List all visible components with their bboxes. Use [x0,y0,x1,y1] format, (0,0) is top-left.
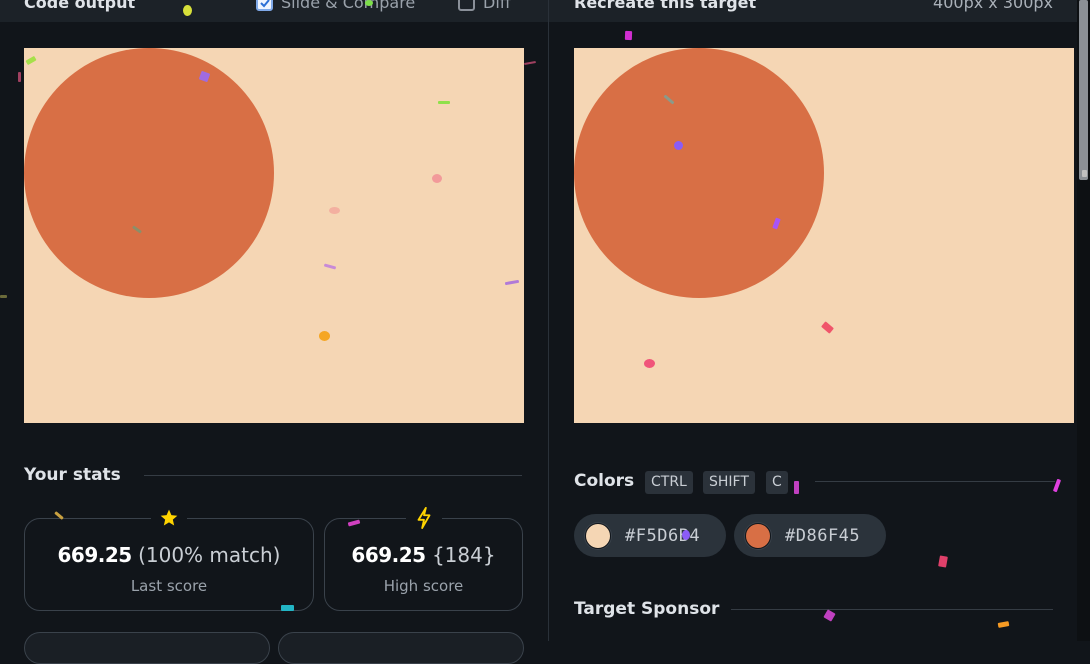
output-circle [24,48,274,298]
scrollbar-thumb[interactable] [1079,0,1088,180]
diff-label: Diff [483,0,511,12]
color-swatch-2[interactable]: #D86F45 [734,514,886,557]
confetti-piece [624,30,633,41]
confetti-piece [794,481,799,494]
confetti-piece [823,609,836,622]
stats-title: Your stats [24,465,121,485]
confetti-piece [438,101,450,104]
bottom-button-left[interactable] [24,632,270,664]
confetti-piece [644,359,655,368]
high-score-card: 669.25 {184} High score [324,506,523,611]
code-output-canvas[interactable] [24,48,524,423]
confetti-piece [365,0,373,6]
lightning-icon [405,506,442,530]
target-circle [574,48,824,298]
bottom-button-right[interactable] [278,632,524,664]
last-score-card: 669.25 (100% match) Last score [24,506,314,611]
confetti-piece [674,141,683,150]
high-score-number: 669.25 [351,543,426,567]
confetti-piece [0,295,7,298]
diff-toggle[interactable]: Diff [458,0,511,12]
confetti-piece [432,174,442,183]
high-score-count: {184} [431,543,496,567]
shortcut-key-ctrl: CTRL [645,471,693,494]
confetti-piece [319,331,330,341]
confetti-piece [997,621,1010,628]
target-panel-title: Recreate this target [574,0,757,12]
confetti-piece [938,555,948,568]
shortcut-key-shift: SHIFT [703,471,755,494]
sponsor-title: Target Sponsor [574,599,720,619]
sponsor-divider [731,609,1053,610]
diff-checkbox[interactable] [458,0,475,11]
confetti-piece [18,72,21,82]
confetti-piece [281,605,294,611]
last-score-label: Last score [130,577,208,595]
output-panel-header: Code output Slide & Compare Diff [0,0,548,22]
confetti-piece [329,207,340,214]
star-icon [151,506,187,530]
stats-divider [144,475,522,476]
color-dot [745,522,771,549]
last-score-match: (100% match) [138,543,281,567]
target-size-label: 400px x 300px [933,0,1053,12]
last-score-number: 669.25 [57,543,133,567]
confetti-piece [1082,170,1087,177]
color-dot [585,522,611,549]
last-score-value: 669.25 (100% match) [25,543,313,567]
confetti-piece [523,60,537,66]
high-score-value: 669.25 {184} [325,543,522,567]
target-panel-header: Recreate this target 400px x 300px [549,0,1077,22]
confetti-piece [183,5,192,16]
checkmark-icon [259,0,270,7]
shortcut-key-c: C [766,471,788,494]
output-panel-title: Code output [24,0,136,12]
panel-divider [548,0,549,641]
confetti-piece [682,530,690,540]
slide-compare-checkbox[interactable] [256,0,273,11]
colors-title: Colors [574,471,635,491]
color-hex: #D86F45 [785,525,861,546]
colors-divider [815,481,1055,482]
slide-compare-toggle[interactable]: Slide & Compare [256,0,415,12]
color-swatch-1[interactable]: #F5D6B4 [574,514,726,557]
slide-compare-label: Slide & Compare [281,0,416,12]
high-score-label: High score [383,577,464,595]
